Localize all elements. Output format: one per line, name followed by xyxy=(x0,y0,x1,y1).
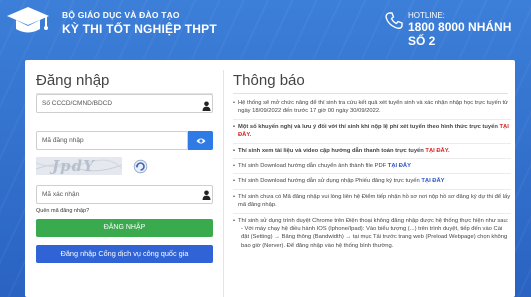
eye-icon xyxy=(196,138,205,143)
announcement-item: Thí sinh chưa có Mã đăng nhập vui lòng l… xyxy=(233,193,511,214)
login-button[interactable]: ĐĂNG NHẬP xyxy=(36,219,213,237)
announcements-title: Thông báo xyxy=(233,72,305,89)
hotline-label: HOTLINE: xyxy=(408,11,445,20)
user-icon xyxy=(202,190,211,200)
user-icon xyxy=(202,101,211,111)
captcha-text: JpdY xyxy=(52,157,95,175)
announcement-text: Thí sinh chưa có Mã đăng nhập vui lòng l… xyxy=(238,193,511,209)
announcement-item: Thí sinh Download hướng dẫn chuyển ảnh t… xyxy=(233,162,511,175)
announcement-item: Một số khuyến nghị và lưu ý đối với thí … xyxy=(233,123,511,144)
refresh-icon[interactable] xyxy=(133,159,148,174)
hotline-number[interactable]: 1800 8000 NHÁNH SỐ 2 xyxy=(408,20,531,48)
forgot-password-link[interactable]: Quên mã đăng nhập? xyxy=(36,208,89,214)
announcement-item: Thí sinh xem tài liệu và video cập hướng… xyxy=(233,147,511,160)
graduation-cap-icon xyxy=(7,7,49,33)
exam-name: KỲ THI TỐT NGHIỆP THPT xyxy=(62,22,217,36)
main-card: Đăng nhập JpdY Quên mã đăng nhập? ĐĂNG N… xyxy=(25,60,515,297)
id-number-input[interactable] xyxy=(36,94,213,113)
site-header: BỘ GIÁO DỤC VÀ ĐÀO TẠO KỲ THI TỐT NGHIỆP… xyxy=(0,0,531,48)
announcement-subtext: - Với máy chạy hệ điều hành IOS (Iphone/… xyxy=(241,226,508,249)
national-portal-login-button[interactable]: Đăng nhập Cổng dịch vụ công quốc gia xyxy=(36,245,213,263)
announcement-text: Một số khuyến nghị và lưu ý đối với thí … xyxy=(238,123,500,130)
announcement-link[interactable]: TẠI ĐÂY xyxy=(421,178,444,184)
announcement-link[interactable]: TẠI ĐÂY. xyxy=(425,148,449,154)
captcha-image: JpdY xyxy=(36,157,122,175)
announcement-link[interactable]: TẠI ĐÂY xyxy=(388,163,411,169)
announcement-text: Hệ thống sẽ mở chức năng để thí sinh tra… xyxy=(238,100,509,115)
announcement-text: Thí sinh xem tài liệu và video cập hướng… xyxy=(238,147,426,154)
announcement-item: Hệ thống sẽ mở chức năng để thí sinh tra… xyxy=(233,99,511,120)
phone-icon xyxy=(385,12,403,29)
announcement-item: Thí sinh Download hướng dẫn sử dụng nhập… xyxy=(233,177,511,190)
announcement-item: Thí sinh sử dụng trình duyệt Chrome trên… xyxy=(233,217,511,254)
login-title: Đăng nhập xyxy=(36,72,110,89)
password-input[interactable] xyxy=(36,131,188,150)
captcha-input[interactable] xyxy=(36,185,213,204)
organization-name: BỘ GIÁO DỤC VÀ ĐÀO TẠO xyxy=(62,10,180,20)
announcements-list: Hệ thống sẽ mở chức năng để thí sinh tra… xyxy=(233,99,511,256)
announcement-text: Thí sinh Download hướng dẫn chuyển ảnh t… xyxy=(238,163,388,170)
announcements-divider xyxy=(233,93,508,94)
show-password-button[interactable] xyxy=(188,131,213,150)
announcement-text: Thí sinh sử dụng trình duyệt Chrome trên… xyxy=(238,217,509,224)
announcement-text: Thí sinh Download hướng dẫn sử dụng nhập… xyxy=(238,178,422,185)
column-divider xyxy=(223,70,224,297)
